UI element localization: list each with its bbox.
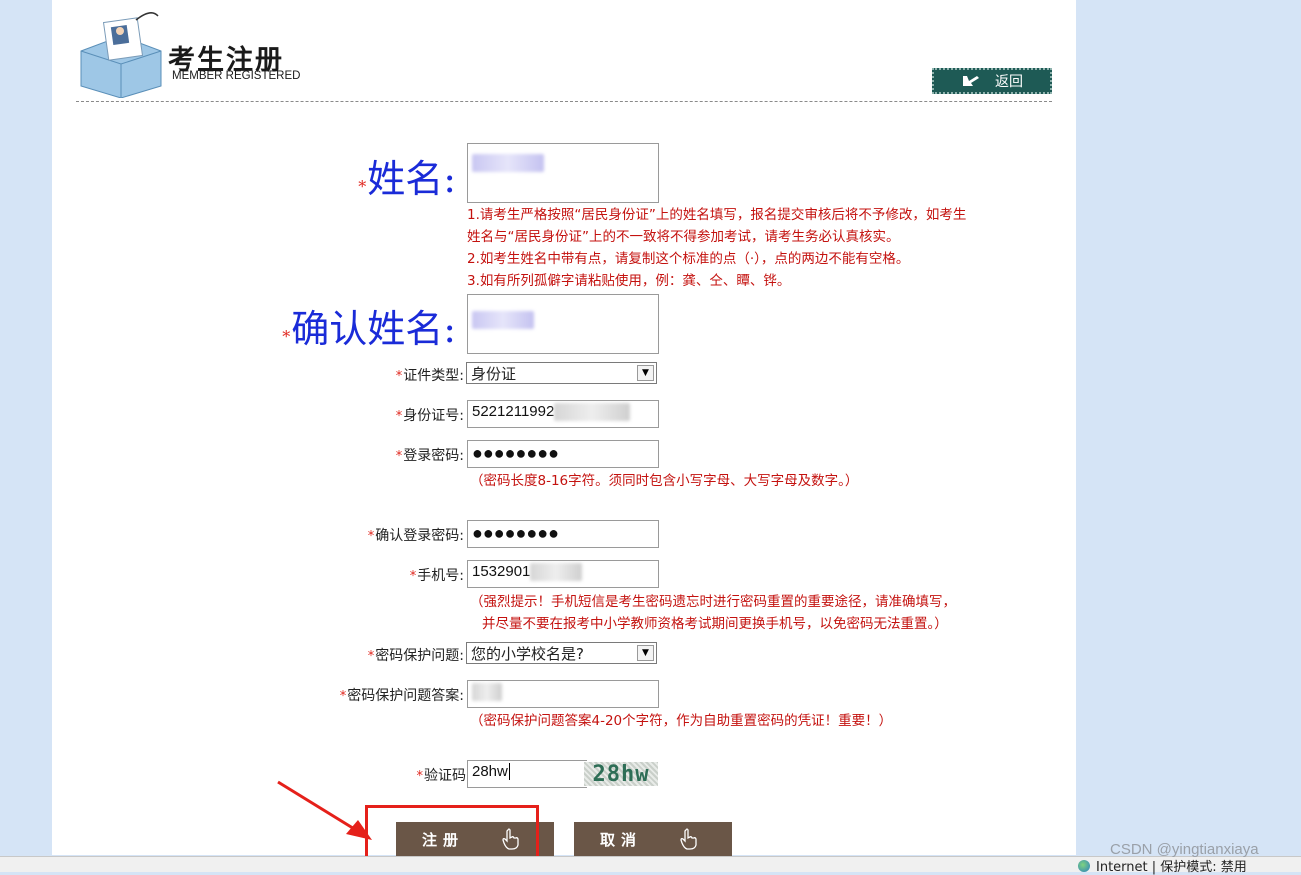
security-answer-note: （密码保护问题答案4-20个字符，作为自助重置密码的凭证！重要！）: [470, 713, 893, 729]
captcha-input[interactable]: 28hw: [467, 760, 587, 788]
redacted-mask: [472, 154, 544, 173]
hand-cursor-icon: [680, 828, 697, 850]
name-notes: 1.请考生严格按照“居民身份证”上的姓名填写，报名提交审核后将不予修改，如考生 …: [467, 207, 967, 289]
registration-page: 考生注册 MEMBER REGISTERED 返回 *姓名: 1.请考生严格按照…: [52, 0, 1076, 856]
phone-label: *手机号:: [409, 568, 464, 584]
member-badge-icon: [80, 12, 162, 98]
redacted-mask: [554, 403, 631, 422]
confirm-name-label: *确认姓名:: [282, 307, 456, 351]
name-label: *姓名:: [358, 157, 456, 201]
phone-notes: （强烈提示！手机短信是考生密码遗忘时进行密码重置的重要途径，请准确填写， 并尽量…: [470, 594, 956, 632]
password-note: （密码长度8-16字符。须同时包含小写字母、大写字母及数字。）: [470, 473, 859, 489]
id-number-label: *身份证号:: [395, 408, 464, 424]
confirm-password-label: *确认登录密码:: [367, 528, 464, 544]
id-type-label: *证件类型:: [395, 368, 464, 384]
header-divider: [76, 101, 1052, 102]
password-input[interactable]: ●●●●●●●●: [467, 440, 659, 468]
captcha-label: *验证码: [416, 768, 467, 784]
globe-icon: [1078, 860, 1090, 872]
redacted-mask: [472, 311, 534, 330]
back-button-label: 返回: [995, 74, 1023, 90]
annotation-highlight-box: [365, 805, 539, 861]
status-text: Internet | 保护模式: 禁用: [1096, 860, 1247, 875]
annotation-arrow-icon: [277, 780, 372, 840]
phone-input[interactable]: 1532901: [467, 560, 659, 588]
back-button[interactable]: 返回: [932, 68, 1052, 94]
redacted-mask: [472, 683, 502, 702]
confirm-password-input[interactable]: ●●●●●●●●: [467, 520, 659, 548]
id-type-select[interactable]: 身份证 ▼: [466, 362, 657, 384]
page-subtitle: MEMBER REGISTERED: [172, 70, 301, 82]
security-question-label: *密码保护问题:: [367, 648, 464, 664]
dropdown-arrow-icon[interactable]: ▼: [637, 645, 654, 661]
security-answer-input[interactable]: [467, 680, 659, 708]
confirm-name-input[interactable]: [467, 294, 659, 354]
name-input[interactable]: [467, 143, 659, 203]
cancel-button[interactable]: 取消: [574, 822, 732, 856]
watermark: CSDN @yingtianxiaya: [1110, 841, 1259, 858]
id-number-input[interactable]: 5221211992: [467, 400, 659, 428]
back-arrow-icon: [963, 76, 979, 86]
dropdown-arrow-icon[interactable]: ▼: [637, 365, 654, 381]
captcha-image[interactable]: 28hw: [584, 762, 658, 787]
security-answer-label: *密码保护问题答案:: [339, 688, 464, 704]
password-label: *登录密码:: [395, 448, 464, 464]
security-question-select[interactable]: 您的小学校名是? ▼: [466, 642, 657, 664]
redacted-mask: [530, 563, 583, 582]
